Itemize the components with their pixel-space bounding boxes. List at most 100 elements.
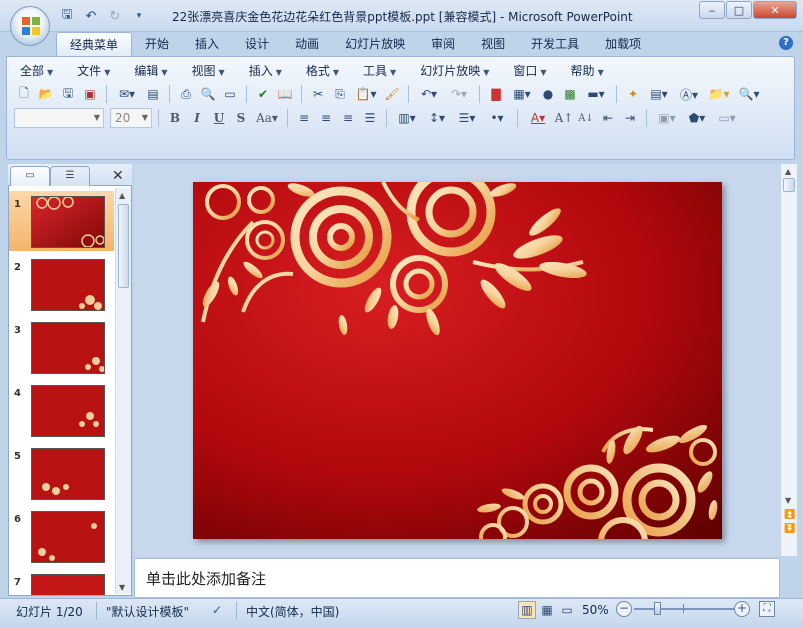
previous-slide-icon[interactable]: ⏫ [784,510,795,520]
tab-slideshow[interactable]: 幻灯片放映 [332,32,418,56]
slide-thumb-1[interactable]: 1 [9,191,114,251]
layout-icon[interactable]: ▤▾ [645,84,673,104]
next-slide-icon[interactable]: ⏬ [784,524,795,534]
scrollbar-thumb[interactable] [783,178,795,192]
quick-styles-icon[interactable]: ▭▾ [713,108,741,128]
bold-icon[interactable]: B [165,108,185,128]
copy-icon[interactable]: ⎘ [330,84,350,104]
minimize-button[interactable]: ‒ [699,1,725,19]
slide-thumb-5[interactable]: 5 [9,443,114,503]
tab-design[interactable]: 设计 [232,32,282,56]
theme-name[interactable]: "默认设计模板" [106,603,189,620]
notes-placeholder[interactable]: 单击此处添加备注 [146,568,266,589]
menu-insert[interactable]: 插入 ▼ [243,62,290,80]
tab-slides-view[interactable]: ▭ [10,166,50,186]
office-button[interactable] [10,6,50,46]
insert-clipart-icon[interactable]: ● [538,84,558,104]
line-spacing-icon[interactable]: ↕▾ [423,108,451,128]
menu-edit[interactable]: 编辑 ▼ [128,62,175,80]
scrollbar-thumb[interactable] [118,204,129,288]
page-setup-icon[interactable]: ▭ [220,84,240,104]
email-icon[interactable]: ✉▾ [113,84,141,104]
close-button[interactable]: ✕ [753,1,797,19]
slide-thumb-6[interactable]: 6 [9,506,114,566]
tab-review[interactable]: 审阅 [418,32,468,56]
change-case-icon[interactable]: Aa▾ [253,108,281,128]
bullets-icon[interactable]: •▾ [483,108,511,128]
publish-icon[interactable]: ▤ [143,84,163,104]
slide-thumb-7[interactable]: 7 [9,569,114,595]
tab-insert[interactable]: 插入 [182,32,232,56]
paste-icon[interactable]: 📋▾ [352,84,380,104]
align-left-icon[interactable]: ≡ [294,108,314,128]
normal-view-icon[interactable]: ▥ [518,601,536,619]
font-name-combo[interactable]: ▼ [14,108,104,128]
color-grayscale-icon[interactable]: ▬▾ [582,84,610,104]
maximize-button[interactable]: □ [726,1,752,19]
menu-all[interactable]: 全部 ▼ [14,62,61,80]
tab-home[interactable]: 开始 [132,32,182,56]
zoom-icon[interactable]: 🔍▾ [735,84,763,104]
font-size-combo[interactable]: 20 ▼ [110,108,152,128]
customize-qat-icon[interactable]: ▾ [130,7,148,25]
shadow-icon[interactable]: S [231,108,251,128]
redo-icon[interactable]: ↷▾ [445,84,473,104]
menu-help[interactable]: 帮助 ▼ [565,62,612,80]
justify-icon[interactable]: ☰ [360,108,380,128]
menu-tools[interactable]: 工具 ▼ [357,62,404,80]
tab-outline-view[interactable]: ☰ [50,166,90,186]
zoom-slider-thumb[interactable] [654,602,661,615]
slide-thumb-4[interactable]: 4 [9,380,114,440]
insert-chart-icon[interactable]: ▇ [486,84,506,104]
zoom-level[interactable]: 50% [582,603,609,617]
shapes-icon[interactable]: ⬟▾ [683,108,711,128]
font-color-icon[interactable]: A▾ [524,108,552,128]
align-right-icon[interactable]: ≡ [338,108,358,128]
spell-check-icon[interactable]: ✓ [212,603,222,617]
tab-developer[interactable]: 开发工具 [518,32,592,56]
slide-sorter-icon[interactable]: ▦ [538,601,556,619]
cut-icon[interactable]: ✂ [308,84,328,104]
tab-animation[interactable]: 动画 [282,32,332,56]
print-preview-icon[interactable]: 🔍 [198,84,218,104]
shrink-font-icon[interactable]: A↓ [576,108,596,128]
help-icon[interactable]: ? [779,36,793,50]
tab-view[interactable]: 视图 [468,32,518,56]
tab-addins[interactable]: 加载项 [592,32,654,56]
zoom-out-icon[interactable]: − [616,601,632,617]
arrange-icon[interactable]: ▣▾ [653,108,681,128]
menu-window[interactable]: 窗口 ▼ [507,62,554,80]
columns-icon[interactable]: ▥▾ [393,108,421,128]
spelling-icon[interactable]: ✔ [253,84,273,104]
scroll-down-icon[interactable]: ▼ [785,496,791,505]
increase-indent-icon[interactable]: ⇥ [620,108,640,128]
redo-icon[interactable]: ↻ [106,7,124,25]
save-icon[interactable]: 🖫 [58,7,76,25]
scroll-up-icon[interactable]: ▲ [785,167,791,176]
scroll-up-icon[interactable]: ▲ [119,191,125,200]
scroll-down-icon[interactable]: ▼ [119,583,125,592]
fit-to-window-icon[interactable]: ⛶ [759,601,775,617]
insert-table-icon[interactable]: ▦▾ [508,84,536,104]
numbering-icon[interactable]: ☰▾ [453,108,481,128]
slide-scrollbar[interactable]: ▲ ▼ ⏫ ⏬ [780,164,797,556]
language-indicator[interactable]: 中文(简体，中国) [246,603,339,620]
open-icon[interactable]: 📂 [36,84,56,104]
textbox-icon[interactable]: Ⓐ▾ [675,84,703,104]
insert-picture-icon[interactable]: ▩ [560,84,580,104]
menu-format[interactable]: 格式 ▼ [300,62,347,80]
undo-icon[interactable]: ↶▾ [415,84,443,104]
slide-thumb-3[interactable]: 3 [9,317,114,377]
thumbnail-scrollbar[interactable]: ▲ ▼ [115,188,131,594]
slide-thumb-2[interactable]: 2 [9,254,114,314]
new-slide-icon[interactable]: ✦ [623,84,643,104]
close-icon[interactable]: ✕ [112,168,124,184]
zoom-in-icon[interactable]: + [734,601,750,617]
menu-file[interactable]: 文件 ▼ [71,62,118,80]
current-slide[interactable] [193,182,722,539]
tab-classic-menu[interactable]: 经典菜单 [56,32,133,56]
italic-icon[interactable]: I [187,108,207,128]
new-icon[interactable]: 🗋 [14,84,34,104]
align-center-icon[interactable]: ≡ [316,108,336,128]
menu-slideshow[interactable]: 幻灯片放映 ▼ [414,62,497,80]
